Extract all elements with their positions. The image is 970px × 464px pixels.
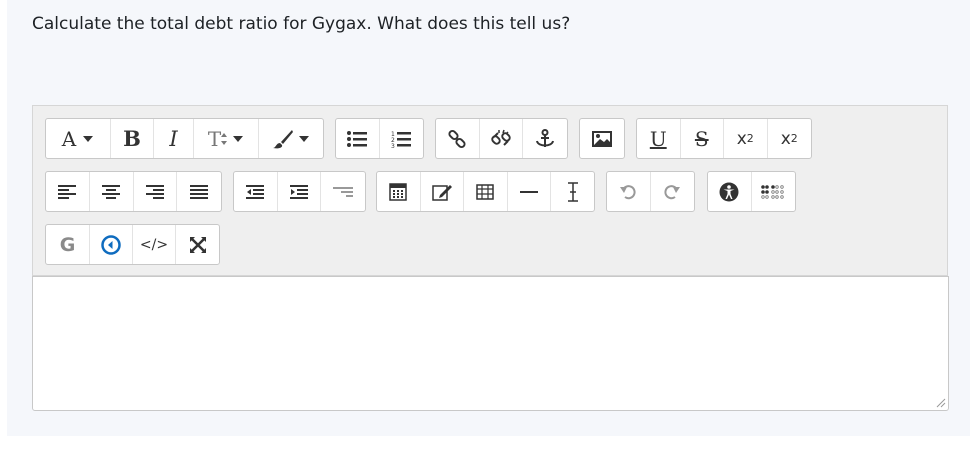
anchor-icon xyxy=(536,128,555,147)
svg-text:3: 3 xyxy=(391,143,395,148)
table-icon xyxy=(476,183,495,200)
horizontal-rule-icon xyxy=(520,190,539,193)
text-cursor-icon xyxy=(567,181,578,202)
image-group xyxy=(579,118,625,159)
subscript-button[interactable]: x2 xyxy=(724,119,768,158)
caret-down-icon xyxy=(299,135,309,142)
underline-button[interactable]: U xyxy=(637,119,681,158)
bold-button[interactable]: B xyxy=(111,119,154,158)
g-label: G xyxy=(59,233,76,256)
font-size-button[interactable]: A xyxy=(46,119,111,158)
paragraph-styles-button[interactable]: T xyxy=(194,119,259,158)
caret-down-icon xyxy=(233,135,244,142)
accessibility-checker-button[interactable] xyxy=(708,172,752,211)
media-button[interactable] xyxy=(90,225,133,264)
alignment-group xyxy=(45,171,222,212)
style-label: T xyxy=(207,126,222,151)
subscript-label: 2 xyxy=(746,132,754,145)
strikethrough-label: S xyxy=(694,126,709,151)
horizontal-rule-button[interactable] xyxy=(508,172,552,211)
underline-label: U xyxy=(649,126,667,151)
outdent-button[interactable] xyxy=(234,172,278,211)
redo-button[interactable] xyxy=(651,172,695,211)
align-left-button[interactable] xyxy=(46,172,90,211)
unlink-button[interactable] xyxy=(480,119,524,158)
nonbreaking-space-button[interactable] xyxy=(551,172,594,211)
link-group xyxy=(435,118,568,159)
undo-button[interactable] xyxy=(607,172,651,211)
font-size-label: A xyxy=(61,126,77,151)
accessibility-group xyxy=(707,171,796,212)
link-icon xyxy=(448,129,466,148)
bold-label: B xyxy=(123,126,141,151)
indent-button[interactable] xyxy=(278,172,322,211)
italic-label: I xyxy=(169,126,178,151)
style-arrows-icon xyxy=(221,132,228,145)
redo-icon xyxy=(664,184,681,199)
caret-down-icon xyxy=(83,135,94,142)
table-button[interactable] xyxy=(464,172,508,211)
insert-group xyxy=(376,171,595,212)
edit-icon xyxy=(432,184,452,201)
html-label: </> xyxy=(139,236,169,253)
resize-grip-icon[interactable] xyxy=(936,398,946,408)
rich-text-editor: A B I T 123 U S x 2 x 2 G </> xyxy=(32,105,949,411)
undo-icon xyxy=(620,184,636,199)
unordered-list-button[interactable] xyxy=(336,119,380,158)
align-right-icon xyxy=(145,184,164,199)
screenreader-helper-button[interactable] xyxy=(752,172,796,211)
numbered-list-icon: 123 xyxy=(391,131,412,148)
subscript-base: x xyxy=(736,128,747,149)
align-right-button[interactable] xyxy=(134,172,178,211)
link-button[interactable] xyxy=(436,119,480,158)
strikethrough-button[interactable]: S xyxy=(681,119,724,158)
editor-toolbar: A B I T 123 U S x 2 x 2 G </> xyxy=(32,105,948,276)
text-decoration-group: U S x2 x2 xyxy=(636,118,812,159)
text-direction-icon xyxy=(333,186,354,197)
question-text: Calculate the total debt ratio for Gygax… xyxy=(32,14,571,34)
edit-button[interactable] xyxy=(421,172,465,211)
superscript-button[interactable]: x2 xyxy=(768,119,811,158)
rtl-button[interactable] xyxy=(321,172,365,211)
play-circle-icon xyxy=(101,234,121,255)
indent-icon xyxy=(290,184,308,199)
ordered-list-button[interactable]: 123 xyxy=(380,119,424,158)
editor-content-area[interactable] xyxy=(32,276,949,411)
insert-image-button[interactable] xyxy=(580,119,624,158)
indent-group xyxy=(233,171,366,212)
font-format-group: A B I T xyxy=(45,118,324,159)
align-center-icon xyxy=(102,184,121,199)
superscript-base: x xyxy=(780,128,791,149)
g-button[interactable]: G xyxy=(46,225,90,264)
equation-button[interactable] xyxy=(377,172,421,211)
text-color-button[interactable] xyxy=(259,119,323,158)
align-justify-button[interactable] xyxy=(177,172,221,211)
paint-brush-icon xyxy=(273,129,293,148)
image-icon xyxy=(592,130,612,147)
align-center-button[interactable] xyxy=(90,172,134,211)
bullet-list-icon xyxy=(347,130,368,147)
fullscreen-button[interactable] xyxy=(176,225,219,264)
superscript-label: 2 xyxy=(790,132,798,145)
align-justify-icon xyxy=(190,184,209,199)
html-source-button[interactable]: </> xyxy=(133,225,176,264)
calculator-icon xyxy=(389,182,408,201)
unlink-icon xyxy=(491,129,511,146)
anchor-button[interactable] xyxy=(523,119,567,158)
italic-button[interactable]: I xyxy=(154,119,194,158)
align-left-icon xyxy=(58,184,77,199)
fullscreen-icon xyxy=(189,236,206,253)
braille-icon xyxy=(761,184,784,199)
undo-group xyxy=(606,171,695,212)
tools-group: G </> xyxy=(45,224,220,265)
outdent-icon xyxy=(246,184,265,199)
accessibility-icon xyxy=(719,182,739,201)
list-group: 123 xyxy=(335,118,424,159)
